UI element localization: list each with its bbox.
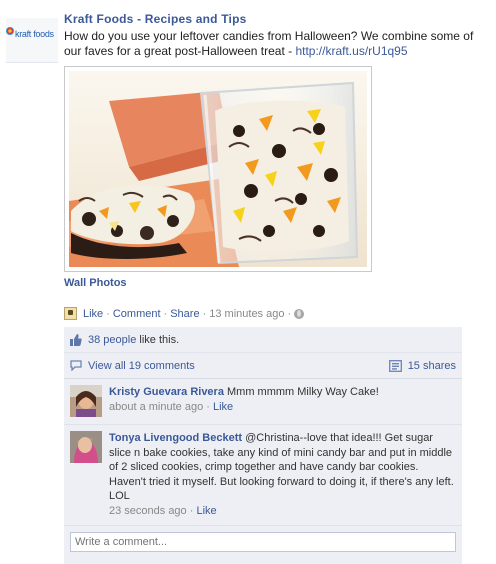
separator-dot: · — [189, 504, 194, 517]
share-link[interactable]: Share — [170, 308, 199, 320]
shares-count[interactable]: 15 shares — [388, 359, 456, 372]
comment-author-link[interactable]: Kristy Guevara Rivera — [109, 386, 224, 398]
comment-text: Mmm mmmm Milky Way Cake! — [227, 386, 379, 398]
post-photo[interactable] — [64, 66, 372, 272]
view-comments[interactable]: View all 19 comments — [70, 360, 195, 372]
likes-suffix: like this. — [136, 333, 180, 346]
post-message: How do you use your leftover candies fro… — [64, 29, 484, 59]
comment-input[interactable] — [70, 532, 456, 552]
page-logo[interactable]: kraft foods — [6, 18, 58, 63]
comment-like-link[interactable]: Like — [213, 401, 233, 413]
likes-text: 38 people like this. — [88, 334, 179, 346]
shares-link[interactable]: 15 shares — [408, 360, 456, 372]
feedback-box: 38 people like this. View all 19 comment… — [64, 327, 462, 564]
separator-dot: · — [163, 307, 168, 320]
globe-icon[interactable] — [294, 308, 305, 319]
separator-dot: · — [287, 307, 292, 320]
share-icon — [388, 359, 402, 372]
write-comment-row — [64, 526, 462, 564]
post-link[interactable]: http://kraft.us/rU1q95 — [295, 44, 407, 58]
view-all-comments-link[interactable]: View all 19 comments — [88, 360, 195, 372]
likes-count-link[interactable]: 38 people — [88, 334, 136, 346]
comment-timestamp[interactable]: about a minute ago — [109, 401, 203, 413]
comment-bubble-icon — [70, 360, 82, 371]
photo-image — [69, 71, 367, 267]
separator-dot: · — [202, 307, 207, 320]
comment-author-link[interactable]: Tonya Livengood Beckett — [109, 432, 242, 444]
comment-item: Kristy Guevara Rivera Mmm mmmm Milky Way… — [64, 379, 462, 425]
avatar[interactable] — [70, 431, 102, 463]
post-message-text: How do you use your leftover candies fro… — [64, 29, 474, 58]
comment-body: Kristy Guevara Rivera Mmm mmmm Milky Way… — [109, 385, 379, 417]
logo-text: kraft foods — [15, 29, 54, 39]
thumbs-up-icon — [70, 333, 82, 346]
separator-dot: · — [206, 400, 210, 413]
avatar[interactable] — [70, 385, 102, 417]
page-icon — [64, 307, 77, 320]
comments-summary-row: View all 19 comments 15 shares — [64, 353, 462, 379]
album-link[interactable]: Wall Photos — [64, 277, 127, 289]
comment-link[interactable]: Comment — [113, 308, 161, 320]
comment-item: Tonya Livengood Beckett @Christina--love… — [64, 425, 462, 526]
likes-row: 38 people like this. — [64, 327, 462, 353]
comment-timestamp[interactable]: 23 seconds ago — [109, 505, 187, 517]
post-timestamp[interactable]: 13 minutes ago — [209, 308, 284, 320]
like-link[interactable]: Like — [83, 308, 103, 320]
separator-dot: · — [106, 307, 110, 320]
comment-like-link[interactable]: Like — [196, 505, 216, 517]
page-name-link[interactable]: Kraft Foods - Recipes and Tips — [64, 12, 246, 26]
kraft-logo-icon — [6, 27, 14, 35]
comment-body: Tonya Livengood Beckett @Christina--love… — [109, 431, 456, 518]
post-actions: Like · Comment · Share · 13 minutes ago … — [64, 307, 305, 320]
